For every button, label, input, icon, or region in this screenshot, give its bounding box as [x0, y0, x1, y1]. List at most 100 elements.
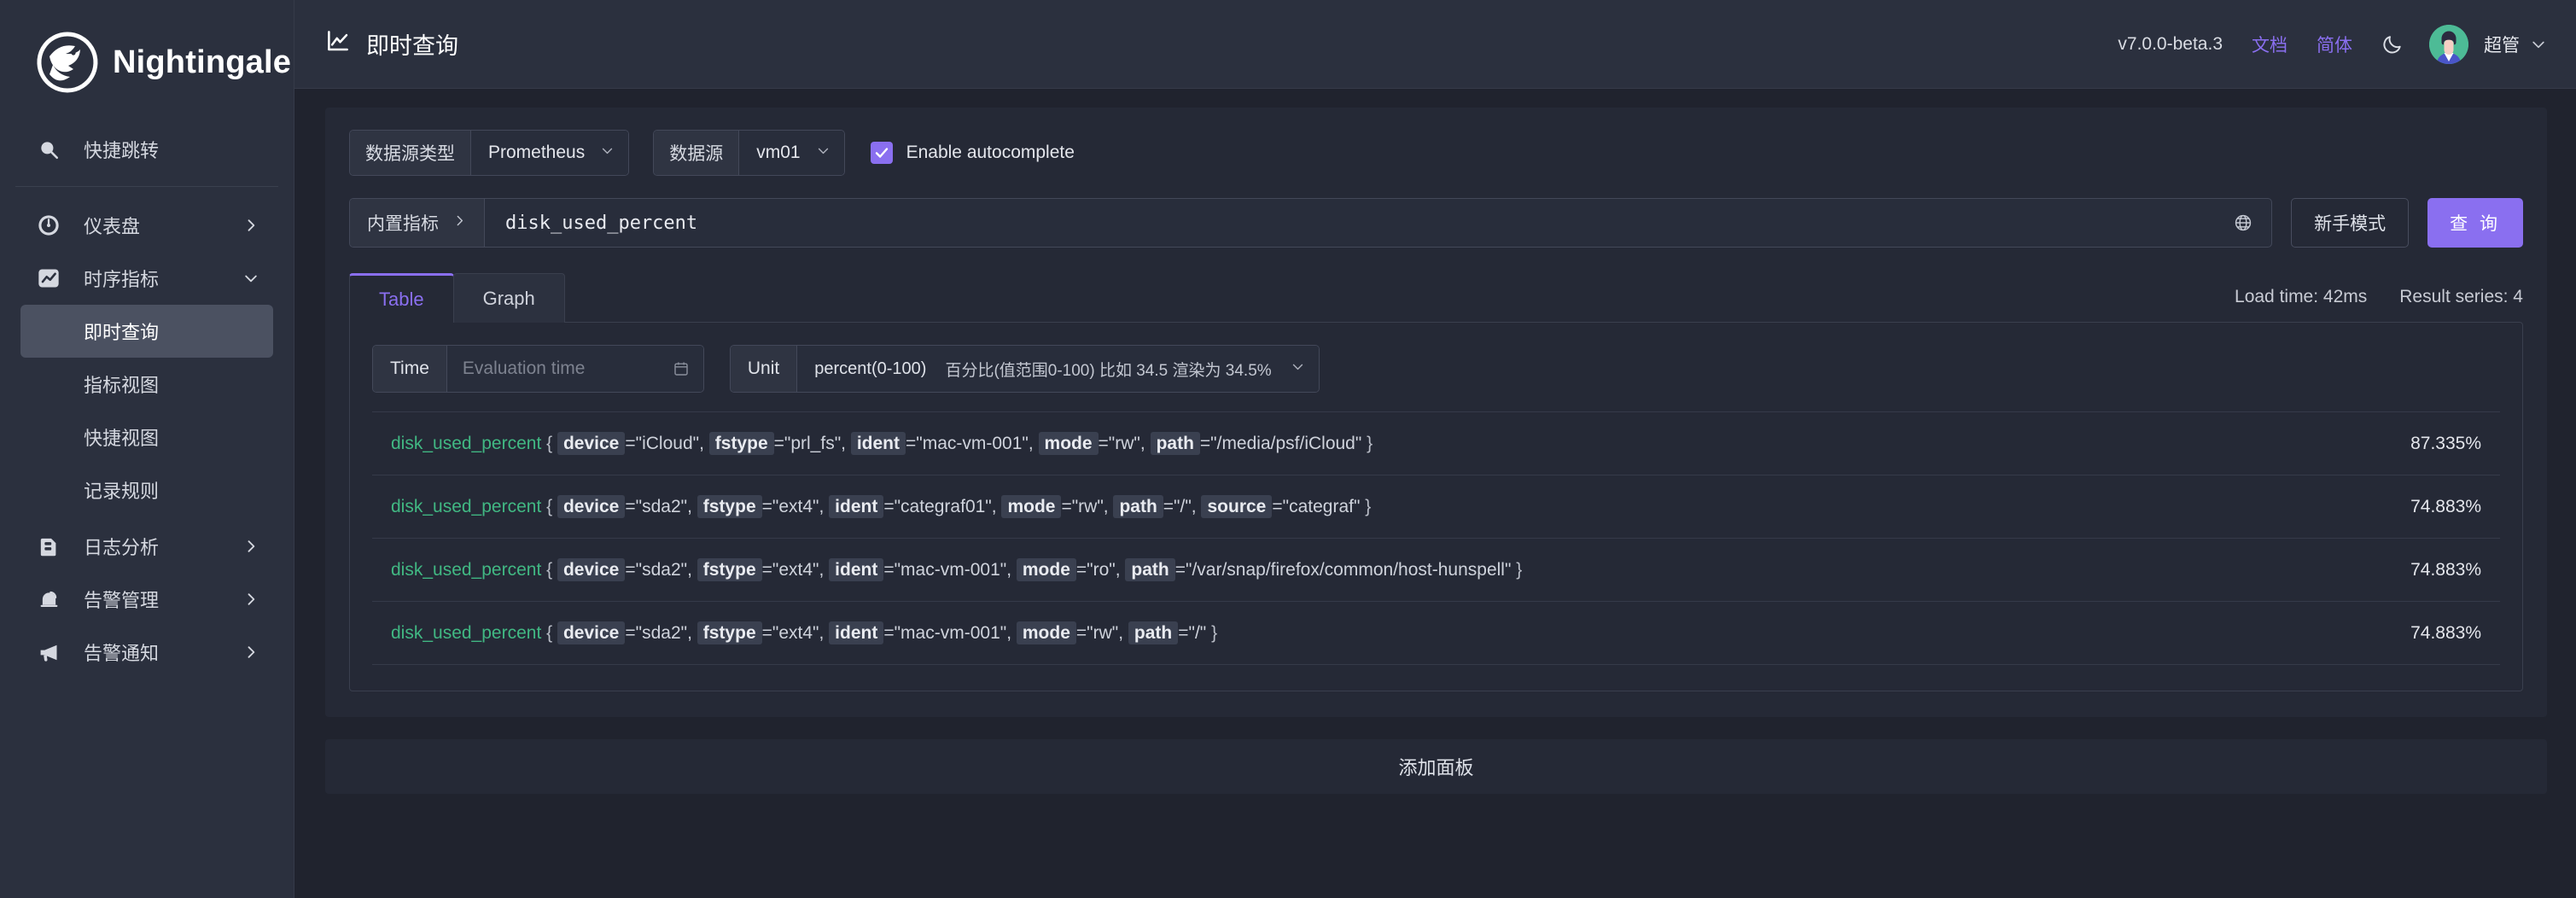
nightingale-bird-icon [36, 31, 99, 94]
add-panel-button[interactable]: 添加面板 [325, 739, 2547, 794]
tab-graph[interactable]: Graph [453, 273, 565, 323]
brace-open: { [541, 560, 557, 580]
table-row[interactable]: disk_used_percent { device="sda2", fstyp… [372, 539, 2500, 602]
run-query-button[interactable]: 查 询 [2427, 198, 2523, 248]
chevron-right-icon [242, 644, 259, 661]
brace-open: { [541, 434, 557, 453]
brand-logo[interactable]: Nightingale [0, 7, 294, 120]
label-value: ="rw", [1076, 623, 1128, 643]
label-value: ="/media/psf/iCloud" [1200, 434, 1367, 453]
table-row[interactable]: disk_used_percent { device="sda2", fstyp… [372, 475, 2500, 539]
sidebar-item-alert-notification[interactable]: 告警通知 [20, 626, 273, 679]
table-row[interactable]: disk_used_percent { device="sda2", fstyp… [372, 602, 2500, 665]
main-area: 即时查询 v7.0.0-beta.3 文档 简体 [294, 0, 2576, 898]
label-value: ="mac-vm-001", [906, 434, 1039, 453]
promql-input[interactable]: disk_used_percent [485, 199, 2215, 247]
page-title: 即时查询 [325, 27, 458, 61]
sidebar-item-instant-query[interactable]: 即时查询 [20, 305, 273, 358]
result-meta: Load time: 42ms Result series: 4 [2235, 287, 2523, 323]
evaluation-time-input[interactable]: Evaluation time [447, 346, 703, 392]
datasource-type-select[interactable]: Prometheus [471, 131, 628, 175]
label-key: source [1201, 495, 1272, 518]
sidebar: Nightingale 快捷跳转 [0, 0, 294, 898]
calendar-icon [673, 360, 690, 377]
query-card: 数据源类型 Prometheus 数据源 vm01 [325, 108, 2547, 717]
label-key: path [1125, 558, 1174, 581]
search-icon [34, 138, 63, 160]
metric-name: disk_used_percent [391, 434, 541, 453]
language-link[interactable]: 简体 [2317, 32, 2352, 57]
tab-table[interactable]: Table [349, 273, 454, 323]
sidebar-item-dashboard[interactable]: 仪表盘 [20, 199, 273, 252]
sidebar-item-recording-rules[interactable]: 记录规则 [20, 464, 273, 516]
table-controls-row: Time Evaluation time [372, 345, 2500, 393]
series-expression: disk_used_percent { device="sda2", fstyp… [391, 493, 2385, 521]
label-value: ="/var/snap/firefox/common/host-hunspell… [1175, 560, 1517, 580]
bell-icon [34, 588, 63, 611]
label-key: path [1151, 432, 1200, 455]
checkbox-checked-icon [871, 142, 893, 164]
label-key: ident [829, 558, 883, 581]
chevron-down-icon [816, 143, 830, 163]
label-key: ident [851, 432, 906, 455]
document-icon [34, 535, 63, 558]
sidebar-subitem-label: 快捷视图 [84, 423, 159, 451]
chart-line-icon [34, 266, 63, 290]
table-row[interactable]: disk_used_percent { device="iCloud", fst… [372, 412, 2500, 475]
series-value: 74.883% [2410, 560, 2481, 580]
unit-select[interactable]: percent(0-100) 百分比(值范围0-100) 比如 34.5 渲染为… [797, 346, 1318, 392]
label-key: mode [1001, 495, 1061, 518]
sidebar-item-alert-management[interactable]: 告警管理 [20, 573, 273, 626]
beginner-mode-button[interactable]: 新手模式 [2291, 198, 2409, 248]
series-value: 87.335% [2410, 434, 2481, 454]
sidebar-item-quick-view[interactable]: 快捷视图 [20, 411, 273, 464]
sidebar-item-metric-view[interactable]: 指标视图 [20, 358, 273, 411]
label-key: fstype [697, 495, 762, 518]
page-title-text: 即时查询 [366, 27, 458, 61]
label-value: ="ro", [1076, 560, 1126, 580]
datasource-type-group: 数据源类型 Prometheus [349, 130, 629, 176]
chart-line-icon [325, 28, 351, 60]
series-expression: disk_used_percent { device="sda2", fstyp… [391, 557, 2385, 584]
datasource-value: vm01 [756, 143, 800, 163]
label-value: ="categraf01", [883, 497, 1001, 516]
sidebar-subitem-label: 指标视图 [84, 370, 159, 398]
docs-link[interactable]: 文档 [2252, 32, 2288, 57]
series-expression: disk_used_percent { device="iCloud", fst… [391, 430, 2385, 458]
nav-metrics-children: 即时查询 指标视图 快捷视图 记录规则 [0, 305, 294, 516]
sidebar-item-label: 快捷跳转 [84, 136, 259, 163]
builtin-metrics-label: 内置指标 [367, 210, 439, 236]
sidebar-subitem-label: 即时查询 [84, 318, 159, 345]
chevron-down-icon [600, 143, 615, 163]
label-value: ="rw", [1099, 434, 1151, 453]
label-key: device [557, 495, 625, 518]
label-key: device [557, 432, 625, 455]
datasource-select[interactable]: vm01 [739, 131, 843, 175]
sidebar-item-metrics[interactable]: 时序指标 [20, 252, 273, 305]
sidebar-item-quick-jump[interactable]: 快捷跳转 [20, 123, 273, 176]
avatar[interactable] [2429, 25, 2468, 64]
brace-close: } [1211, 623, 1217, 643]
megaphone-icon [34, 641, 63, 664]
unit-description: 百分比(值范围0-100) 比如 34.5 渲染为 34.5% [945, 358, 1271, 381]
unit-group: Unit percent(0-100) 百分比(值范围0-100) 比如 34.… [730, 345, 1320, 393]
brace-open: { [541, 497, 557, 516]
sidebar-item-label: 仪表盘 [84, 212, 242, 239]
builtin-metrics-button[interactable]: 内置指标 [350, 199, 485, 247]
sidebar-item-log-analysis[interactable]: 日志分析 [20, 520, 273, 573]
chevron-down-icon [242, 270, 259, 287]
chevron-right-icon [242, 538, 259, 555]
label-value: ="sda2", [625, 623, 696, 643]
label-key: path [1128, 621, 1178, 644]
version-label: v7.0.0-beta.3 [2118, 34, 2223, 55]
moon-icon[interactable] [2381, 33, 2404, 55]
result-series-label: Result series: 4 [2399, 287, 2523, 307]
sidebar-divider [15, 186, 278, 187]
label-value: ="/" [1178, 623, 1211, 643]
globe-icon[interactable] [2215, 199, 2271, 247]
table-panel: Time Evaluation time [349, 322, 2523, 691]
query-row: 内置指标 disk_used_percent [349, 198, 2523, 248]
chevron-down-icon[interactable] [2530, 36, 2547, 53]
brace-close: } [1365, 497, 1371, 516]
autocomplete-checkbox[interactable]: Enable autocomplete [871, 142, 1075, 164]
